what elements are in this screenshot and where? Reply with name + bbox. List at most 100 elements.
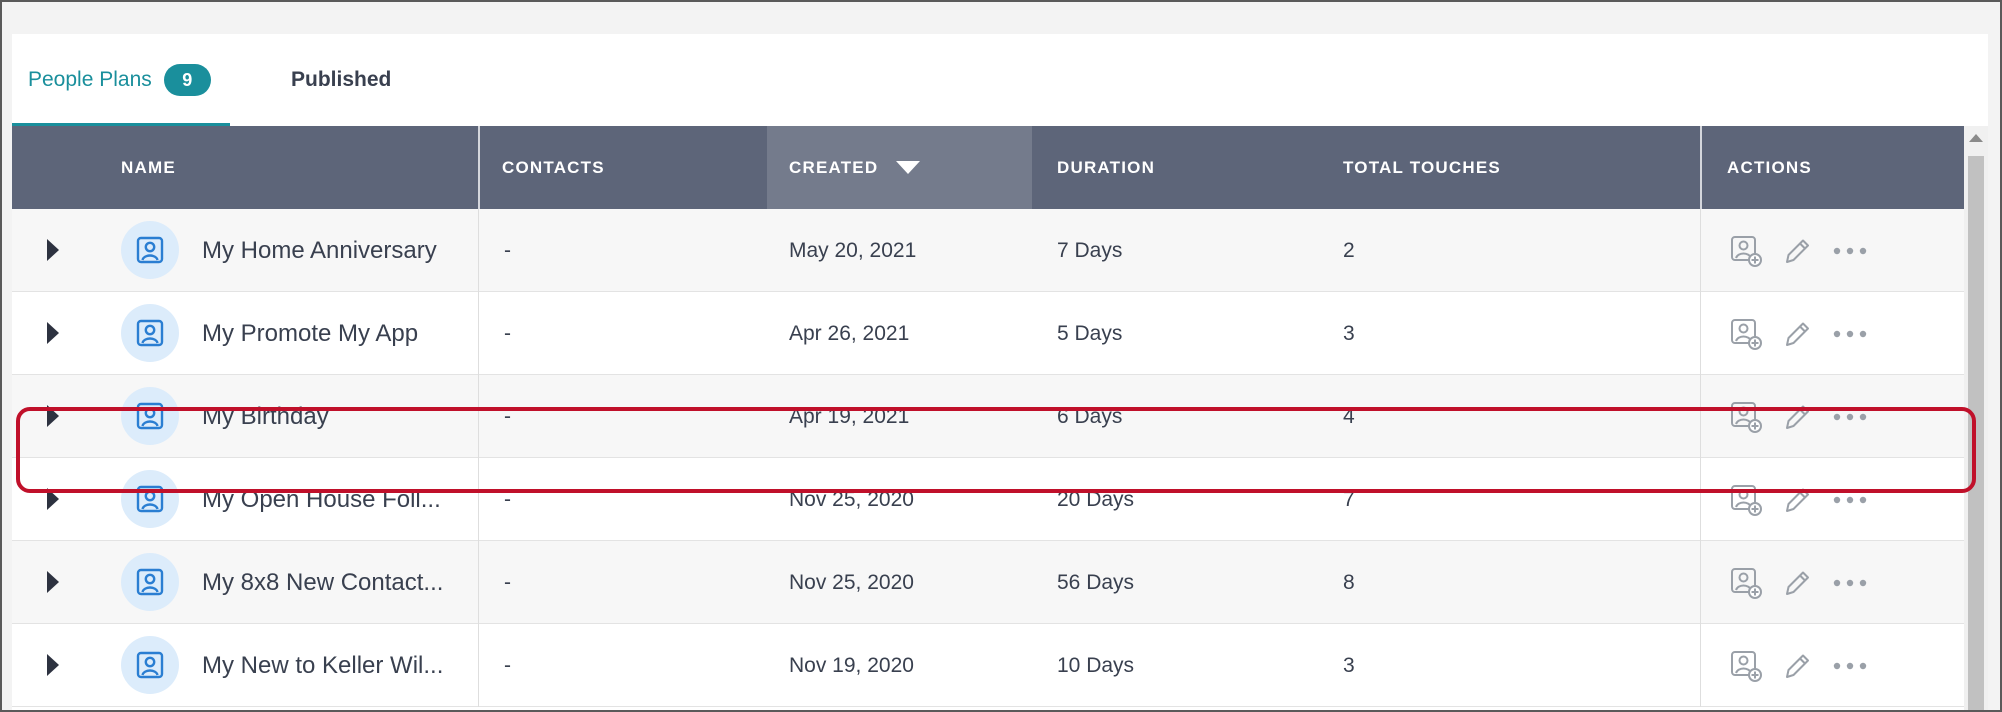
vertical-scrollbar[interactable] — [1964, 126, 1988, 710]
plan-total-touches: 4 — [1343, 404, 1355, 428]
plan-contacts: - — [504, 238, 511, 262]
column-header-total-touches[interactable]: TOTAL TOUCHES — [1343, 126, 1501, 209]
column-header-name-label: NAME — [121, 157, 176, 177]
pencil-icon[interactable] — [1776, 314, 1816, 354]
plan-created-date: Apr 26, 2021 — [789, 321, 910, 345]
plan-duration: 7 Days — [1057, 238, 1123, 262]
plan-created-date: Nov 25, 2020 — [789, 570, 914, 594]
person-plan-icon — [121, 221, 179, 279]
plan-total-touches: 7 — [1343, 487, 1355, 511]
column-header-created[interactable]: CREATED — [789, 126, 921, 209]
more-options-icon[interactable] — [1830, 397, 1870, 437]
table-row[interactable]: My Promote My App - Apr 26, 2021 5 Days … — [12, 292, 1964, 375]
plan-duration: 10 Days — [1057, 653, 1135, 677]
add-contact-icon[interactable] — [1726, 480, 1766, 520]
plan-duration: 20 Days — [1057, 487, 1135, 511]
column-header-actions: ACTIONS — [1727, 126, 1812, 209]
table-header: NAME CONTACTS CREATED DURATION TOTAL TOU… — [12, 126, 1964, 209]
tab-published[interactable]: Published — [291, 34, 391, 126]
plan-contacts: - — [504, 653, 511, 677]
add-contact-icon[interactable] — [1726, 646, 1766, 686]
plan-created-date: Apr 19, 2021 — [789, 404, 910, 428]
caret-right-icon[interactable] — [47, 239, 59, 261]
column-header-duration[interactable]: DURATION — [1057, 126, 1155, 209]
plan-contacts: - — [504, 570, 511, 594]
plans-table: NAME CONTACTS CREATED DURATION TOTAL TOU… — [12, 126, 1964, 707]
more-options-icon[interactable] — [1830, 480, 1870, 520]
tab-published-label: Published — [291, 68, 392, 91]
column-divider — [1700, 292, 1701, 375]
caret-right-icon[interactable] — [47, 322, 59, 344]
add-contact-icon[interactable] — [1726, 231, 1766, 271]
column-divider — [1700, 375, 1701, 458]
more-options-icon[interactable] — [1830, 314, 1870, 354]
table-row[interactable]: My Open House Foll... - Nov 25, 2020 20 … — [12, 458, 1964, 541]
plan-name[interactable]: My Birthday — [202, 375, 329, 458]
pencil-icon[interactable] — [1776, 397, 1816, 437]
plan-total-touches: 3 — [1343, 653, 1355, 677]
column-divider — [1700, 209, 1701, 292]
table-row[interactable]: My Home Anniversary - May 20, 2021 7 Day… — [12, 209, 1964, 292]
column-header-name[interactable]: NAME — [121, 126, 176, 209]
pencil-icon[interactable] — [1776, 646, 1816, 686]
scroll-up-arrow-icon[interactable] — [1969, 134, 1983, 142]
column-header-actions-label: ACTIONS — [1727, 157, 1812, 177]
plan-name[interactable]: My New to Keller Wil... — [202, 624, 443, 707]
people-plans-panel: People Plans 9 Published NAME CONTACTS C… — [12, 34, 1988, 710]
table-body: My Home Anniversary - May 20, 2021 7 Day… — [12, 209, 1964, 707]
person-plan-icon — [121, 304, 179, 362]
add-contact-icon[interactable] — [1726, 563, 1766, 603]
table-row[interactable]: My 8x8 New Contact... - Nov 25, 2020 56 … — [12, 541, 1964, 624]
pencil-icon[interactable] — [1776, 563, 1816, 603]
column-divider — [1700, 458, 1701, 541]
add-contact-icon[interactable] — [1726, 397, 1766, 437]
column-divider — [478, 624, 479, 707]
column-divider — [1700, 541, 1701, 624]
plan-total-touches: 3 — [1343, 321, 1355, 345]
caret-right-icon[interactable] — [47, 571, 59, 593]
column-header-contacts-label: CONTACTS — [502, 157, 605, 177]
plan-contacts: - — [504, 487, 511, 511]
column-divider — [478, 292, 479, 375]
person-plan-icon — [121, 387, 179, 445]
more-options-icon[interactable] — [1830, 231, 1870, 271]
plan-created-date: Nov 19, 2020 — [789, 653, 914, 677]
column-divider — [478, 126, 480, 209]
tab-people-plans[interactable]: People Plans 9 — [28, 34, 211, 126]
column-divider — [478, 541, 479, 624]
plan-name[interactable]: My Promote My App — [202, 292, 418, 375]
plan-name[interactable]: My 8x8 New Contact... — [202, 541, 443, 624]
caret-right-icon[interactable] — [47, 654, 59, 676]
count-badge: 9 — [163, 64, 211, 96]
column-divider — [478, 375, 479, 458]
plan-total-touches: 2 — [1343, 238, 1355, 262]
plan-created-date: Nov 25, 2020 — [789, 487, 914, 511]
plan-created-date: May 20, 2021 — [789, 238, 917, 262]
caret-right-icon[interactable] — [47, 405, 59, 427]
pencil-icon[interactable] — [1776, 480, 1816, 520]
person-plan-icon — [121, 470, 179, 528]
plan-contacts: - — [504, 404, 511, 428]
table-row[interactable]: My New to Keller Wil... - Nov 19, 2020 1… — [12, 624, 1964, 707]
caret-right-icon[interactable] — [47, 488, 59, 510]
column-divider — [1700, 624, 1701, 707]
column-divider — [478, 458, 479, 541]
add-contact-icon[interactable] — [1726, 314, 1766, 354]
plan-name[interactable]: My Home Anniversary — [202, 209, 437, 292]
plan-name[interactable]: My Open House Foll... — [202, 458, 441, 541]
plan-contacts: - — [504, 321, 511, 345]
tab-people-plans-label: People Plans — [28, 68, 152, 91]
more-options-icon[interactable] — [1830, 646, 1870, 686]
pencil-icon[interactable] — [1776, 231, 1816, 271]
person-plan-icon — [121, 636, 179, 694]
sort-descending-icon — [896, 161, 921, 174]
column-divider — [478, 209, 479, 292]
table-row[interactable]: My Birthday - Apr 19, 2021 6 Days 4 — [12, 375, 1964, 458]
plan-duration: 5 Days — [1057, 321, 1123, 345]
column-header-total-touches-label: TOTAL TOUCHES — [1343, 157, 1501, 177]
column-divider — [1700, 126, 1702, 209]
plan-total-touches: 8 — [1343, 570, 1355, 594]
column-header-contacts[interactable]: CONTACTS — [502, 126, 605, 209]
scrollbar-thumb[interactable] — [1968, 156, 1984, 710]
more-options-icon[interactable] — [1830, 563, 1870, 603]
